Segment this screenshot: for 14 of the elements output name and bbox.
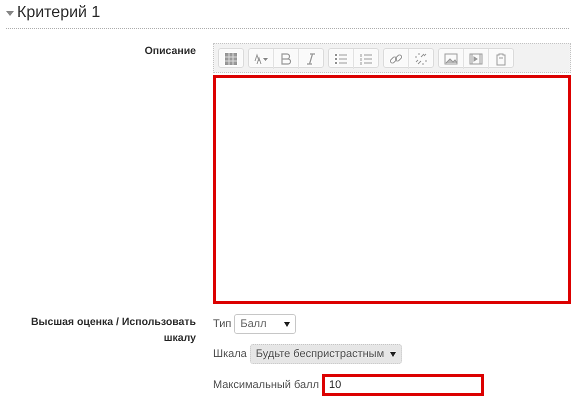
section-title: Критерий 1: [17, 4, 100, 22]
field-label: Описание: [144, 44, 196, 59]
type-label: Тип: [213, 318, 232, 330]
description-editor[interactable]: [213, 75, 571, 304]
select-value: Будьте беспристрастным: [256, 348, 384, 360]
type-select[interactable]: Балл: [234, 314, 296, 334]
max-grade-field[interactable]: 10: [322, 374, 484, 396]
dropdown-arrow-icon: [390, 352, 396, 356]
max-grade-label: Максимальный балл: [213, 379, 319, 391]
collapse-caret-icon[interactable]: [6, 10, 14, 16]
dropdown-arrow-icon: [284, 322, 290, 326]
scale-label: Шкала: [213, 348, 247, 360]
select-value: Балл: [240, 318, 267, 330]
field-label: Высшая оценка / Использовать шкалу: [30, 315, 196, 346]
